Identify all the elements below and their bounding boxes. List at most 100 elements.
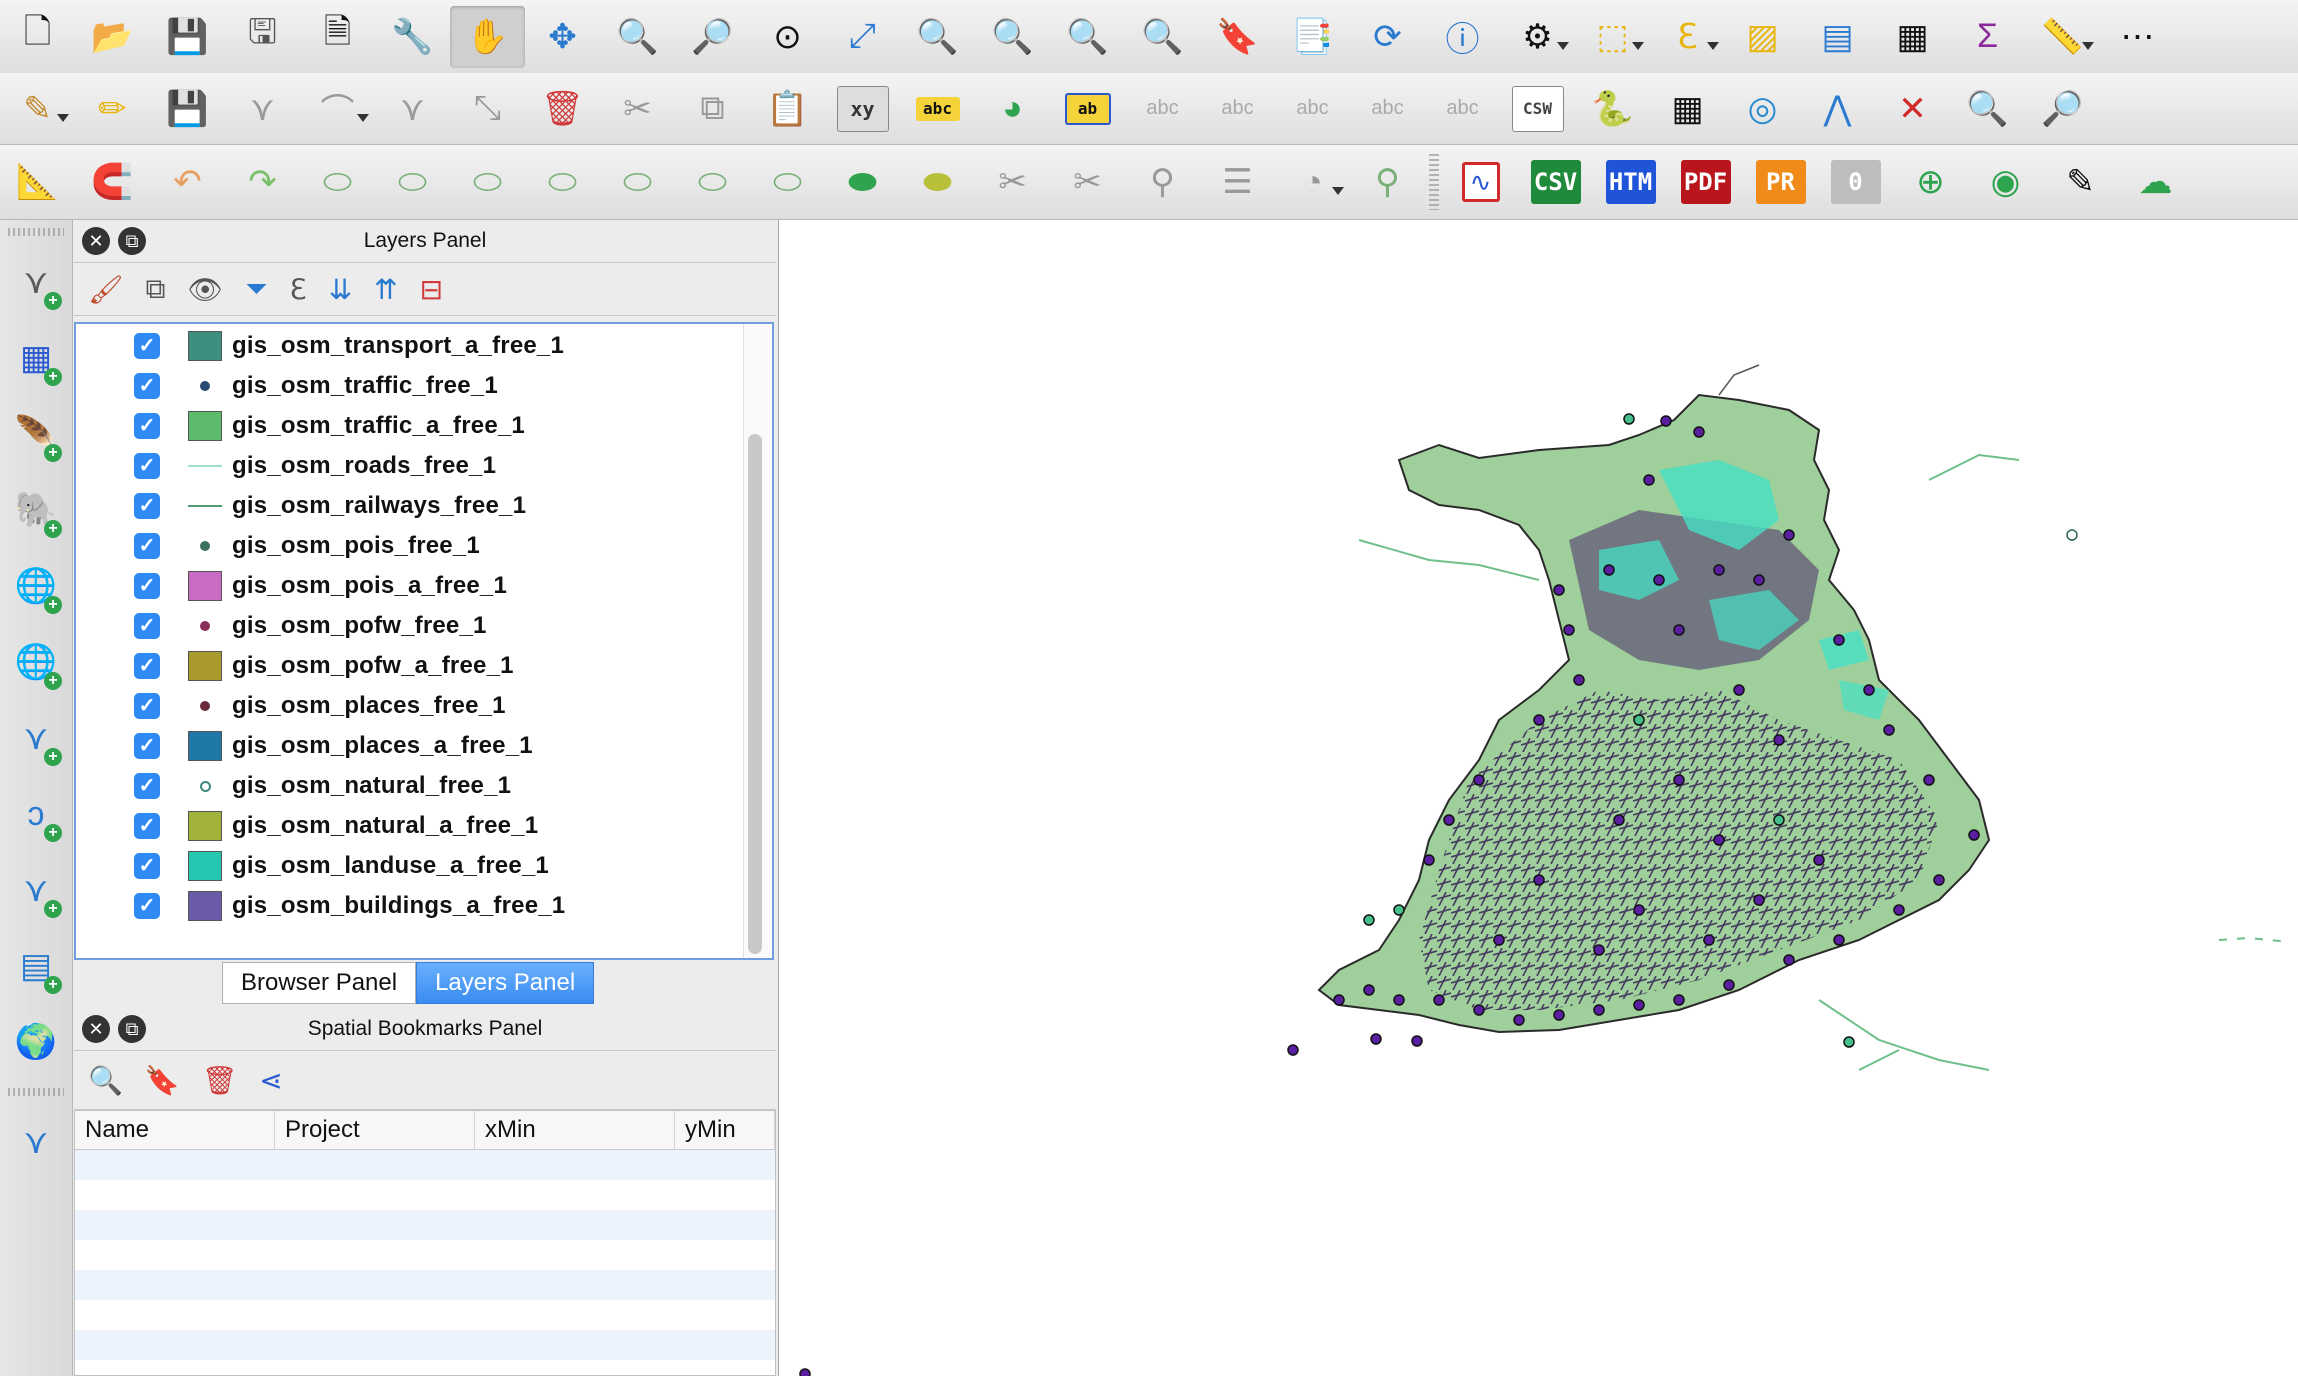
contour-icon[interactable]: ◎ [1725,78,1800,140]
zoom-next-icon[interactable]: 🔍 [1125,6,1200,68]
zero-button[interactable]: 0 [1818,151,1893,213]
geocode-icon[interactable]: ◉ [1968,151,2043,213]
collapse-all-icon[interactable]: ⇈ [374,273,397,306]
web-services-globe-icon[interactable]: 🌍 [0,1004,72,1080]
column-project[interactable]: Project [275,1111,475,1149]
layer-row[interactable]: ✓ gis_osm_roads_free_1 [76,446,772,486]
node-tool-icon[interactable]: ⤡ [450,78,525,140]
digitize-icon[interactable]: 📐 [0,151,75,213]
copy-features-icon[interactable]: ⧉ [675,78,750,140]
simplify-feature-icon[interactable]: ⬭ [300,151,375,213]
visibility-eye-icon[interactable]: 👁 [188,273,224,306]
save-project-icon[interactable]: 💾 [150,6,225,68]
layer-visibility-checkbox[interactable]: ✓ [134,453,160,479]
cloud-sync-icon[interactable]: ☁ [2118,151,2193,213]
pan-hand-icon[interactable]: ✋ [450,5,525,68]
layer-visibility-checkbox[interactable]: ✓ [134,373,160,399]
layer-row[interactable]: ✓ gis_osm_pois_a_free_1 [76,566,772,606]
vbar-handle-2[interactable] [8,1088,64,1096]
delete-part-icon[interactable]: ⬭ [675,151,750,213]
layers-scrollbar[interactable] [748,434,762,954]
show-hide-labels-icon[interactable]: abc [1275,78,1350,140]
layer-visibility-checkbox[interactable]: ✓ [134,693,160,719]
layer-visibility-checkbox[interactable]: ✓ [134,893,160,919]
layer-row[interactable]: ✓ gis_osm_traffic_a_free_1 [76,406,772,446]
add-vector-plugin-icon[interactable]: ⊕ [1893,151,1968,213]
layer-row[interactable]: ✓ gis_osm_buildings_a_free_1 [76,886,772,926]
layer-visibility-checkbox[interactable]: ✓ [134,333,160,359]
reshape-features-icon[interactable]: ⬭ [750,151,825,213]
rotate-point-symbols-icon[interactable]: ◔ [1275,151,1350,213]
layer-row[interactable]: ✓ gis_osm_natural_free_1 [76,766,772,806]
move-label-icon[interactable]: abc [1200,78,1275,140]
deselect-icon[interactable]: ▨ [1725,6,1800,68]
remove-layer-icon[interactable]: ⊟ [420,273,443,306]
share-bookmark-icon[interactable]: ⋖ [259,1064,282,1097]
float-bookmarks-icon[interactable]: ⧉ [118,1015,146,1043]
layer-visibility-checkbox[interactable]: ✓ [134,533,160,559]
add-circular-string-icon[interactable]: ⌒ [300,78,375,140]
vertex-tool-icon[interactable]: ⚲ [1350,151,1425,213]
vbar-handle[interactable] [8,228,64,236]
column-ymin[interactable]: yMin [675,1111,775,1149]
label-tool-icon[interactable]: abc [900,78,975,140]
layer-visibility-checkbox[interactable]: ✓ [134,613,160,639]
coordinate-capture-icon[interactable]: ✕ [1875,78,1950,140]
toolbar-handle[interactable] [1429,154,1439,210]
composer-manager-icon[interactable]: 🔧 [375,6,450,68]
layer-visibility-checkbox[interactable]: ✓ [134,653,160,679]
expand-all-icon[interactable]: ⇊ [329,273,352,306]
select-features-icon[interactable]: ⬚ [1575,6,1650,68]
change-label-icon[interactable]: abc [1425,78,1500,140]
zoom-to-selection-icon[interactable]: 🔍 [900,6,975,68]
layer-visibility-checkbox[interactable]: ✓ [134,813,160,839]
toggle-editing-icon[interactable]: ✏ [75,78,150,140]
search-plugin-icon[interactable]: 🔎 [2025,78,2100,140]
close-panel-icon[interactable]: ✕ [82,227,110,255]
identify-icon[interactable]: ⓘ [1425,6,1500,68]
delete-ring-icon[interactable]: ⬭ [600,151,675,213]
tab-layers-panel[interactable]: Layers Panel [416,962,595,1004]
column-xmin[interactable]: xMin [475,1111,675,1149]
offset-curve-2-icon[interactable]: ⬬ [900,151,975,213]
export-csv-button[interactable]: CSV [1518,151,1593,213]
raster-calculator-icon[interactable]: ▦ [1650,78,1725,140]
attribute-table-icon[interactable]: ▤ [1800,6,1875,68]
close-bookmarks-icon[interactable]: ✕ [82,1015,110,1043]
line-tool-icon[interactable]: ∿ [1443,151,1518,213]
zoom-to-bookmark-icon[interactable]: 🔍 [88,1064,123,1097]
highlight-pinned-icon[interactable]: abc [1125,78,1200,140]
fill-ring-icon[interactable]: ⬭ [525,151,600,213]
column-name[interactable]: Name [75,1111,275,1149]
add-raster-layer-icon[interactable]: ▦ + [0,320,72,396]
save-as-icon[interactable]: 🖫 [225,6,300,68]
new-print-composer-icon[interactable]: 🗎 [300,6,375,68]
split-parts-icon[interactable]: ✂ [1050,151,1125,213]
add-group-icon[interactable]: ⧉ [146,273,166,306]
layer-row[interactable]: ✓ gis_osm_traffic_free_1 [76,366,772,406]
csw-icon[interactable]: CSW [1500,78,1575,140]
bookmarks-table[interactable]: Name Project xMin yMin [74,1110,776,1376]
python-console-icon[interactable]: 🐍 [1575,78,1650,140]
style-brush-icon[interactable]: 🖌 [88,273,124,306]
add-part-icon[interactable]: ⬭ [450,151,525,213]
zoom-full-icon[interactable]: ⤢ [825,6,900,68]
add-bookmark-icon[interactable]: 🔖 [145,1064,180,1097]
layer-row[interactable]: ✓ gis_osm_natural_a_free_1 [76,806,772,846]
refresh-icon[interactable]: ⟳ [1350,6,1425,68]
add-virtual-layer-icon[interactable]: ▤ + [0,928,72,1004]
zoom-out-icon[interactable]: 🔎 [675,6,750,68]
xy-coordinate-icon[interactable]: xy [825,78,900,140]
add-ring-icon[interactable]: ⬭ [375,151,450,213]
export-pdf-button[interactable]: PDF [1668,151,1743,213]
layer-row[interactable]: ✓ gis_osm_places_free_1 [76,686,772,726]
georeferencer-icon[interactable]: 🔍 [1950,78,2025,140]
filter-expression-icon[interactable]: ℇ [290,273,307,306]
layer-row[interactable]: ✓ gis_osm_pofw_a_free_1 [76,646,772,686]
add-wfs-layer-icon[interactable]: ⋎ + [0,700,72,776]
layers-scroll-track[interactable] [743,324,770,958]
diagram-icon[interactable]: ◕ [975,78,1050,140]
move-feature-icon[interactable]: ⋎ [375,78,450,140]
zoom-last-icon[interactable]: 🔍 [1050,6,1125,68]
add-postgis-layer-icon[interactable]: 🐘 + [0,472,72,548]
